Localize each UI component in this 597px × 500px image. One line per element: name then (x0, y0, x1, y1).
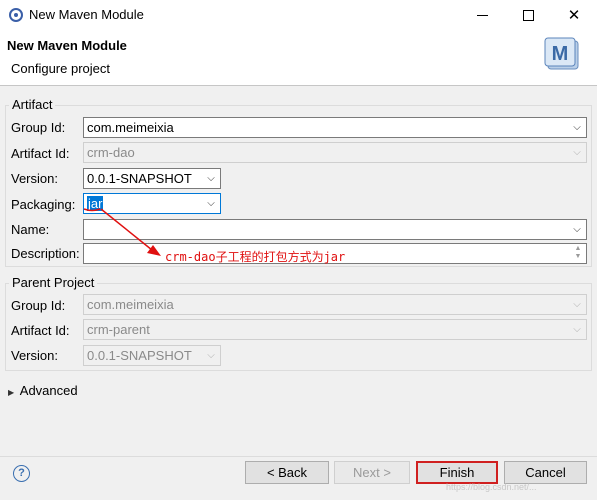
packaging-label: Packaging: (11, 197, 76, 212)
chevron-down-icon: ⌵ (573, 299, 581, 310)
description-label: Description: (11, 246, 80, 261)
chevron-down-icon[interactable]: ⌵ (569, 221, 585, 238)
minimize-icon (476, 14, 488, 16)
annotation-text: crm-dao子工程的打包方式为jar (165, 250, 346, 264)
name-label: Name: (11, 222, 50, 237)
group-id-label: Group Id: (11, 120, 66, 135)
wizard-footer: ? < Back Next > Finish Cancel https://bl… (0, 457, 597, 500)
advanced-label: Advanced (19, 383, 78, 398)
name-combo[interactable]: ⌵ (83, 219, 587, 240)
close-button[interactable]: ✕ (551, 2, 597, 28)
parent-version-value: 0.0.1-SNAPSHOT (87, 348, 192, 363)
artifact-id-combo: crm-dao ⌵ (83, 142, 587, 163)
parent-artifact-id-value: crm-parent (87, 322, 150, 337)
chevron-down-icon[interactable]: ⌵ (203, 195, 219, 212)
scroll-arrows-icon[interactable]: ▲ ▼ (572, 245, 584, 262)
close-icon: ✕ (567, 7, 581, 24)
cancel-button[interactable]: Cancel (504, 461, 587, 484)
chevron-right-icon: ▶ (8, 388, 15, 397)
version-value: 0.0.1-SNAPSHOT (87, 171, 192, 186)
watermark: https://blog.csdn.net/... (446, 482, 537, 492)
maven-logo-letter: M (552, 43, 569, 65)
parent-group-id-value: com.meimeixia (87, 297, 174, 312)
parent-group-id-combo: com.meimeixia ⌵ (83, 294, 587, 315)
parent-project-legend: Parent Project (9, 275, 98, 290)
next-button: Next > (334, 461, 410, 484)
window-title: New Maven Module (29, 7, 144, 22)
maximize-button[interactable] (505, 2, 551, 28)
wizard-subtitle: Configure project (11, 61, 110, 76)
chevron-down-icon: ⌵ (573, 147, 581, 158)
help-icon[interactable]: ? (13, 465, 30, 482)
artifact-id-value: crm-dao (87, 145, 135, 160)
packaging-value: jar (87, 196, 104, 211)
chevron-down-icon[interactable]: ⌵ (569, 119, 585, 136)
finish-button[interactable]: Finish (416, 461, 498, 484)
eclipse-icon (9, 8, 23, 22)
advanced-section-toggle[interactable]: ▶ Advanced (8, 383, 78, 398)
parent-version-combo: 0.0.1-SNAPSHOT ⌵ (83, 345, 221, 366)
chevron-down-icon: ⌵ (573, 324, 581, 335)
artifact-id-label: Artifact Id: (11, 146, 70, 161)
chevron-down-icon: ⌵ (207, 350, 215, 361)
parent-version-label: Version: (11, 348, 58, 363)
version-label: Version: (11, 171, 58, 186)
group-id-combo[interactable]: com.meimeixia ⌵ (83, 117, 587, 138)
chevron-down-icon[interactable]: ⌵ (203, 170, 219, 187)
minimize-button[interactable] (459, 2, 505, 28)
parent-artifact-id-combo: crm-parent ⌵ (83, 319, 587, 340)
wizard-title: New Maven Module (7, 38, 127, 53)
packaging-combo[interactable]: jar ⌵ (83, 193, 221, 214)
parent-artifact-id-label: Artifact Id: (11, 323, 70, 338)
version-combo[interactable]: 0.0.1-SNAPSHOT ⌵ (83, 168, 221, 189)
maven-logo-icon: M (544, 37, 579, 70)
back-button[interactable]: < Back (245, 461, 329, 484)
wizard-header: New Maven Module Configure project M (0, 30, 597, 85)
parent-group-id-label: Group Id: (11, 298, 66, 313)
artifact-group-legend: Artifact (9, 97, 56, 112)
title-bar: New Maven Module ✕ (0, 0, 597, 30)
group-id-value: com.meimeixia (87, 120, 174, 135)
maximize-icon (522, 9, 534, 21)
